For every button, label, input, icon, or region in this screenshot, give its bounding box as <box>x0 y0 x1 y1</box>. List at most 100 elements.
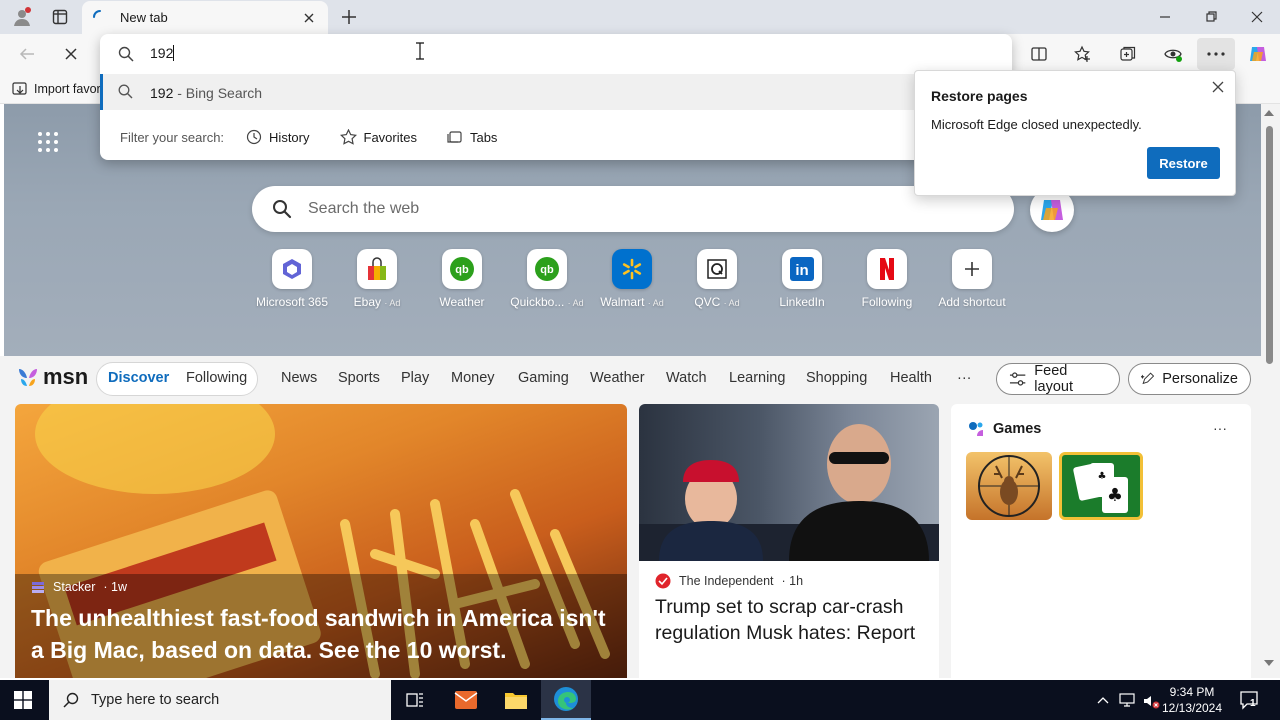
nav-gaming[interactable]: Gaming <box>518 370 569 386</box>
game-tile-hunting[interactable] <box>966 452 1052 520</box>
mail-app-icon[interactable] <box>453 688 479 712</box>
msn-logo[interactable]: msn <box>16 364 88 390</box>
restore-window-button[interactable] <box>1202 8 1220 26</box>
filter-tabs[interactable]: Tabs <box>447 129 497 145</box>
taskbar-search-placeholder: Type here to search <box>91 692 220 708</box>
restore-button[interactable]: Restore <box>1147 147 1220 179</box>
collections-icon[interactable] <box>1119 45 1137 63</box>
nav-weather[interactable]: Weather <box>590 370 645 386</box>
games-card: Games ··· ♣ ♣ <box>951 404 1251 678</box>
network-icon[interactable] <box>1118 692 1136 708</box>
settings-more-button[interactable] <box>1197 38 1235 70</box>
windows-start-icon[interactable] <box>14 691 32 709</box>
new-tab-button[interactable] <box>340 8 358 26</box>
nav-more[interactable]: ··· <box>957 370 972 386</box>
microsoft365-icon <box>272 249 312 289</box>
mouse-ibeam-cursor <box>415 42 425 60</box>
quickbooks-icon: qb <box>527 249 567 289</box>
text-cursor <box>173 45 175 61</box>
windows-taskbar: Type here to search 9:34 PM 12/13/2024 1 <box>0 680 1280 720</box>
msn-butterfly-icon <box>19 369 37 386</box>
app-launcher-icon[interactable] <box>36 130 60 154</box>
tile-linkedin[interactable]: in LinkedIn <box>760 249 844 309</box>
address-bar-input[interactable]: 192 <box>150 45 175 61</box>
tile-label: Microsoft 365 <box>255 295 329 309</box>
news-photo <box>639 404 939 561</box>
games-more-button[interactable]: ··· <box>1213 420 1227 436</box>
close-tab-icon[interactable] <box>300 9 318 27</box>
nav-following[interactable]: Following <box>186 370 247 386</box>
notification-center-icon[interactable]: 1 <box>1238 689 1260 711</box>
favorites-star-icon[interactable] <box>1074 45 1092 63</box>
nav-shopping[interactable]: Shopping <box>806 370 867 386</box>
nav-news[interactable]: News <box>281 370 317 386</box>
feed-card-hero[interactable]: Stacker · 1w The unhealthiest fast-food … <box>15 404 627 678</box>
nav-watch[interactable]: Watch <box>666 370 707 386</box>
game-tile-solitaire[interactable]: ♣ ♣ <box>1059 452 1143 520</box>
playing-cards-icon: ♣♣ <box>1073 463 1128 513</box>
taskbar-search-box[interactable]: Type here to search <box>49 680 391 720</box>
personalize-button[interactable]: Personalize <box>1128 363 1251 395</box>
import-favorites-link[interactable]: Import favor <box>12 82 101 96</box>
ad-badge: · Ad <box>567 298 584 308</box>
copilot-icon[interactable] <box>1247 43 1269 65</box>
scroll-thumb[interactable] <box>1266 126 1273 364</box>
chevron-up-icon[interactable] <box>1096 693 1110 707</box>
search-filter-row: Filter your search: History Favorites Ta… <box>120 129 497 145</box>
feed-card-news[interactable]: The Independent · 1h Trump set to scrap … <box>639 404 939 678</box>
task-view-icon[interactable] <box>405 690 425 710</box>
tile-label: Add shortcut <box>938 295 1006 309</box>
nav-play[interactable]: Play <box>401 370 429 386</box>
nav-money[interactable]: Money <box>451 370 495 386</box>
close-popup-icon[interactable] <box>1210 79 1226 95</box>
tile-ebay[interactable]: Ebay · Ad <box>335 249 419 309</box>
filter-favorites[interactable]: Favorites <box>339 129 417 145</box>
split-screen-icon[interactable] <box>1030 45 1048 63</box>
feed-layout-button[interactable]: Feed layout <box>996 363 1120 395</box>
web-search-box[interactable]: Search the web <box>252 186 1014 232</box>
browser-essentials-icon[interactable] <box>1163 45 1183 63</box>
source-age: · 1w <box>103 580 128 594</box>
tile-add-shortcut[interactable]: Add shortcut <box>930 249 1014 309</box>
nav-discover[interactable]: Discover <box>108 370 169 386</box>
page-scrollbar[interactable] <box>1261 104 1280 678</box>
filter-history[interactable]: History <box>246 129 310 145</box>
notification-count: 1 <box>1250 698 1256 709</box>
search-icon <box>272 199 292 219</box>
sparkle-edit-icon <box>1141 372 1155 385</box>
personalize-label: Personalize <box>1162 371 1238 387</box>
tile-walmart[interactable]: Walmart · Ad <box>590 249 674 309</box>
tile-qvc[interactable]: QVC · Ad <box>675 249 759 309</box>
back-arrow-icon[interactable] <box>18 45 36 63</box>
clock-time: 9:34 PM <box>1169 685 1215 699</box>
tab-new-tab[interactable]: New tab <box>82 1 328 34</box>
tile-quickbooks[interactable]: qb Quickbo... · Ad <box>505 249 589 309</box>
taskbar-clock[interactable]: 9:34 PM 12/13/2024 <box>1156 684 1228 716</box>
tile-following[interactable]: Following <box>845 249 929 309</box>
nav-sports[interactable]: Sports <box>338 370 380 386</box>
tab-actions-icon[interactable] <box>52 9 68 25</box>
scroll-down-arrow[interactable] <box>1264 660 1274 666</box>
suggestion-bing-search[interactable]: 192 - Bing Search <box>100 74 1012 110</box>
stop-loading-icon[interactable] <box>62 45 80 63</box>
edge-taskbar-button[interactable] <box>541 680 591 720</box>
search-icon <box>118 46 134 62</box>
ad-badge: · Ad <box>723 298 740 308</box>
popup-message: Microsoft Edge closed unexpectedly. <box>931 117 1142 132</box>
close-window-button[interactable] <box>1248 8 1266 26</box>
nav-health[interactable]: Health <box>890 370 932 386</box>
minimize-button[interactable] <box>1156 8 1174 26</box>
tile-microsoft-365[interactable]: Microsoft 365 <box>250 249 334 309</box>
filter-history-label: History <box>269 129 310 145</box>
scroll-up-arrow[interactable] <box>1264 110 1274 116</box>
tile-weather[interactable]: qb Weather <box>420 249 504 309</box>
tile-label: Ebay <box>353 295 381 309</box>
nav-learning[interactable]: Learning <box>729 370 785 386</box>
file-explorer-icon[interactable] <box>503 688 529 712</box>
profile-icon[interactable] <box>12 7 32 27</box>
restore-pages-popup: Restore pages Microsoft Edge closed unex… <box>914 70 1236 196</box>
deer-hunting-icon <box>978 455 1040 517</box>
svg-text:♣: ♣ <box>1098 471 1107 482</box>
msn-nav-bar: msn Discover Following News Sports Play … <box>0 356 1262 402</box>
tile-label: Following <box>861 295 913 309</box>
